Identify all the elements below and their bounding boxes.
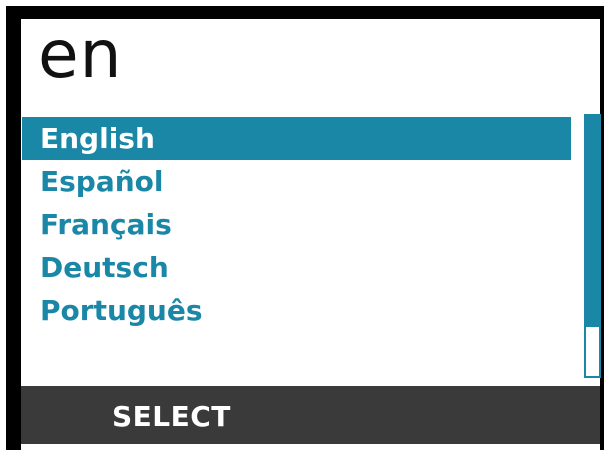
- select-softkey-button[interactable]: SELECT: [112, 386, 231, 444]
- language-list: English Español Français Deutsch Portugu…: [22, 117, 571, 332]
- list-item-espanol[interactable]: Español: [22, 160, 571, 203]
- bezel-left: [6, 6, 21, 450]
- list-item-deutsch[interactable]: Deutsch: [22, 246, 571, 289]
- list-item-english[interactable]: English: [22, 117, 571, 160]
- scrollbar-track[interactable]: [584, 114, 601, 378]
- list-item-francais[interactable]: Français: [22, 203, 571, 246]
- scrollbar-thumb[interactable]: [586, 116, 599, 327]
- page-title: en: [38, 16, 123, 93]
- device-screen: en English Español Français Deutsch Port…: [0, 0, 604, 450]
- list-item-portugues[interactable]: Português: [22, 289, 571, 332]
- softkey-bar: SELECT: [21, 386, 600, 444]
